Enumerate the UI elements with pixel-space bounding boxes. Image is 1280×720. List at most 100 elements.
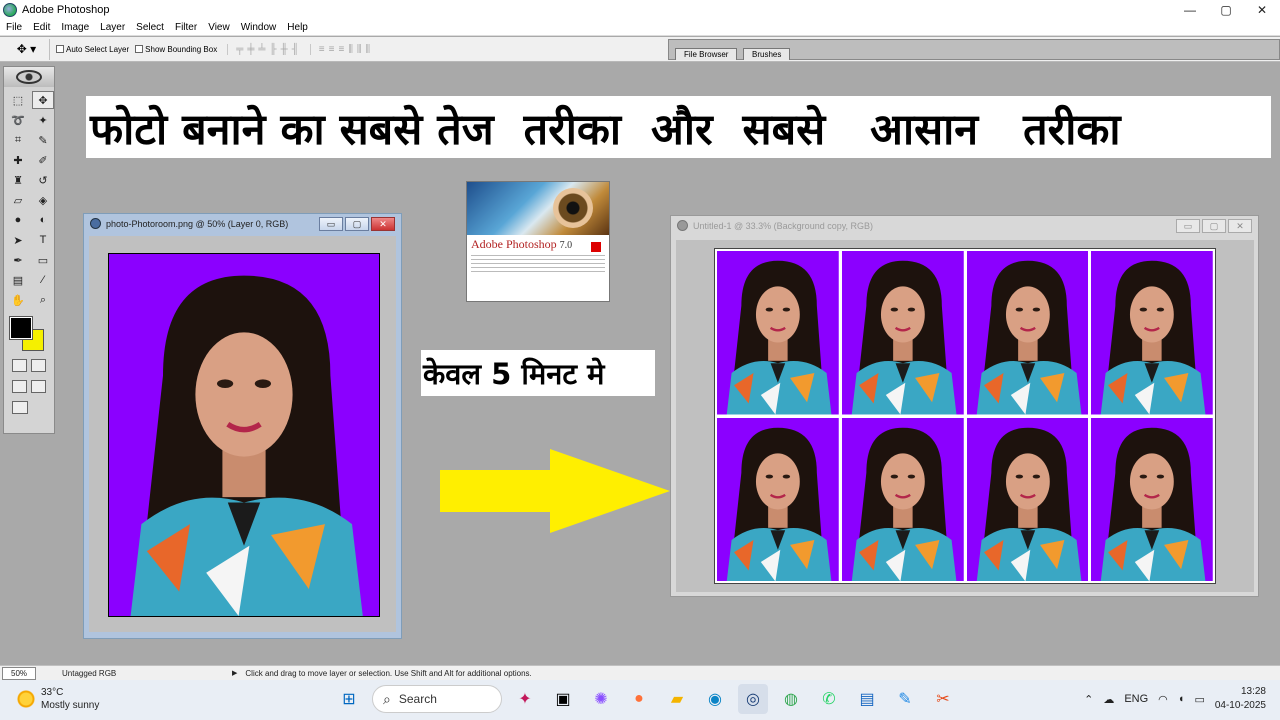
clone-stamp-icon[interactable]: ♜	[7, 171, 29, 189]
rectangle-icon[interactable]: ▭	[32, 251, 54, 269]
menu-view[interactable]: View	[202, 22, 235, 33]
task-view-icon[interactable]: ▣	[548, 684, 578, 714]
document-window-output[interactable]: Untitled-1 @ 33.3% (Background copy, RGB…	[670, 215, 1259, 597]
menu-window[interactable]: Window	[235, 22, 282, 33]
menu-layer[interactable]: Layer	[94, 22, 130, 33]
distribute-top-icon[interactable]: ≡	[319, 44, 326, 55]
distribute-right-icon[interactable]: ⫼	[366, 44, 372, 55]
align-left-icon[interactable]: ╟	[270, 44, 278, 55]
hand-icon[interactable]: ✋	[7, 291, 29, 309]
show-hidden-icons-icon[interactable]: ⌃	[1084, 693, 1093, 706]
move-tool-icon[interactable]: ✥ ▾	[4, 38, 50, 60]
edge-icon[interactable]: ◉	[700, 684, 730, 714]
menu-help[interactable]: Help	[281, 22, 313, 33]
photoshop-icon[interactable]: ◎	[738, 684, 768, 714]
eyedropper-icon[interactable]: ⁄	[32, 271, 54, 289]
eraser-icon[interactable]: ▱	[7, 191, 29, 209]
splash-artwork	[467, 182, 609, 235]
minimize-button[interactable]: —	[1172, 0, 1208, 19]
language-indicator[interactable]: ENG	[1124, 693, 1148, 705]
move-icon[interactable]: ✥	[32, 91, 54, 109]
menu-image[interactable]: Image	[55, 22, 94, 33]
paint-icon[interactable]: ✎	[890, 684, 920, 714]
align-buttons[interactable]: ╤ ╪ ╧ ╟ ╫ ╢	[227, 43, 300, 55]
checkbox-box[interactable]	[135, 45, 144, 53]
document-canvas-area[interactable]	[676, 240, 1254, 592]
pen-icon[interactable]: ✒	[7, 251, 29, 269]
weather-widget[interactable]: 33°C Mostly sunny	[17, 686, 99, 712]
distribute-left-icon[interactable]: ⫼	[348, 44, 354, 55]
align-hcenter-icon[interactable]: ╫	[281, 44, 289, 55]
quick-mask-mode-icon[interactable]	[31, 359, 46, 372]
clock[interactable]: 13:28 04-10-2025	[1215, 685, 1266, 713]
standard-mode-icon[interactable]	[12, 359, 27, 372]
healing-brush-icon[interactable]: ✚	[7, 151, 29, 169]
slice-icon[interactable]: ✎	[32, 131, 54, 149]
menu-edit[interactable]: Edit	[27, 22, 55, 33]
file-explorer-icon[interactable]: ▰	[662, 684, 692, 714]
doc-minimize-button[interactable]: ▭	[1176, 219, 1200, 233]
document-info[interactable]: Untagged RGB	[62, 669, 212, 678]
path-select-icon[interactable]: ➤	[7, 231, 29, 249]
doc-maximize-button[interactable]: ▢	[1202, 219, 1226, 233]
type-icon[interactable]: T	[32, 231, 54, 249]
volume-icon[interactable]: ◖	[1178, 693, 1185, 705]
brush-icon[interactable]: ✐	[32, 151, 54, 169]
menu-filter[interactable]: Filter	[169, 22, 202, 33]
copilot-icon[interactable]: ✺	[586, 684, 616, 714]
menu-select[interactable]: Select	[130, 22, 169, 33]
align-vcenter-icon[interactable]: ╪	[247, 44, 255, 55]
dodge-icon[interactable]: ◐	[32, 211, 54, 229]
auto-select-layer-checkbox[interactable]: Auto Select Layer	[56, 45, 129, 54]
history-brush-icon[interactable]: ↺	[32, 171, 54, 189]
zoom-icon[interactable]: ⌕	[32, 291, 54, 309]
start-icon[interactable]: ⊞	[334, 684, 364, 714]
distribute-center-icon[interactable]: ≡	[329, 44, 336, 55]
tab-file-browser[interactable]: File Browser	[675, 48, 738, 60]
marquee-icon[interactable]: ⬚	[7, 91, 29, 109]
whatsapp-icon[interactable]: ✆	[814, 684, 844, 714]
document-title-bar[interactable]: photo-Photoroom.png @ 50% (Layer 0, RGB)…	[84, 214, 401, 234]
blur-icon[interactable]: ●	[7, 211, 29, 229]
screen-mode-standard-icon[interactable]	[12, 380, 27, 393]
notes-icon[interactable]: ▤	[7, 271, 29, 289]
firefox-icon[interactable]: ●	[624, 684, 654, 714]
chrome-icon[interactable]: ◍	[776, 684, 806, 714]
distribute-buttons[interactable]: ≡ ≡ ≡ ⫼ ⫼ ⫼	[309, 43, 372, 55]
menu-file[interactable]: File	[0, 22, 27, 33]
distribute-bottom-icon[interactable]: ≡	[338, 44, 345, 55]
align-right-icon[interactable]: ╢	[292, 44, 300, 55]
show-bounding-box-checkbox[interactable]: Show Bounding Box	[135, 45, 217, 54]
crop-icon[interactable]: ⌗	[7, 131, 29, 149]
zoom-field[interactable]: 50%	[2, 666, 36, 680]
align-bottom-icon[interactable]: ╧	[258, 44, 266, 55]
wifi-icon[interactable]: ◠	[1158, 693, 1168, 706]
maximize-button[interactable]: ▢	[1208, 0, 1244, 19]
search-box[interactable]: ⌕ Search	[372, 685, 502, 713]
store-icon[interactable]: ▤	[852, 684, 882, 714]
screen-mode-full-icon[interactable]	[31, 380, 46, 393]
align-top-icon[interactable]: ╤	[236, 44, 244, 55]
tab-brushes[interactable]: Brushes	[743, 48, 791, 60]
toolbox-header[interactable]	[4, 67, 54, 87]
document-title-bar[interactable]: Untitled-1 @ 33.3% (Background copy, RGB…	[671, 216, 1258, 236]
jump-to-imageready-icon[interactable]	[12, 401, 28, 414]
doc-maximize-button[interactable]: ▢	[345, 217, 369, 231]
checkbox-box[interactable]	[56, 45, 64, 53]
battery-icon[interactable]: ▭	[1194, 693, 1204, 706]
magic-wand-icon[interactable]: ✦	[32, 111, 54, 129]
snipping-tool-icon[interactable]: ✂	[928, 684, 958, 714]
lasso-icon[interactable]: ➰	[7, 111, 29, 129]
document-canvas-area[interactable]	[89, 236, 396, 632]
pen-app-icon[interactable]: ✦	[510, 684, 540, 714]
doc-close-button[interactable]: ✕	[371, 217, 395, 231]
close-button[interactable]: ✕	[1244, 0, 1280, 19]
distribute-hcenter-icon[interactable]: ⫼	[357, 44, 363, 55]
document-window-original[interactable]: photo-Photoroom.png @ 50% (Layer 0, RGB)…	[83, 213, 402, 639]
paint-bucket-icon[interactable]: ◈	[32, 191, 54, 209]
onedrive-icon[interactable]: ☁	[1103, 693, 1114, 706]
status-menu-arrow-icon[interactable]: ▶	[232, 669, 237, 677]
foreground-color-swatch[interactable]	[9, 316, 33, 340]
doc-minimize-button[interactable]: ▭	[319, 217, 343, 231]
doc-close-button[interactable]: ✕	[1228, 219, 1252, 233]
